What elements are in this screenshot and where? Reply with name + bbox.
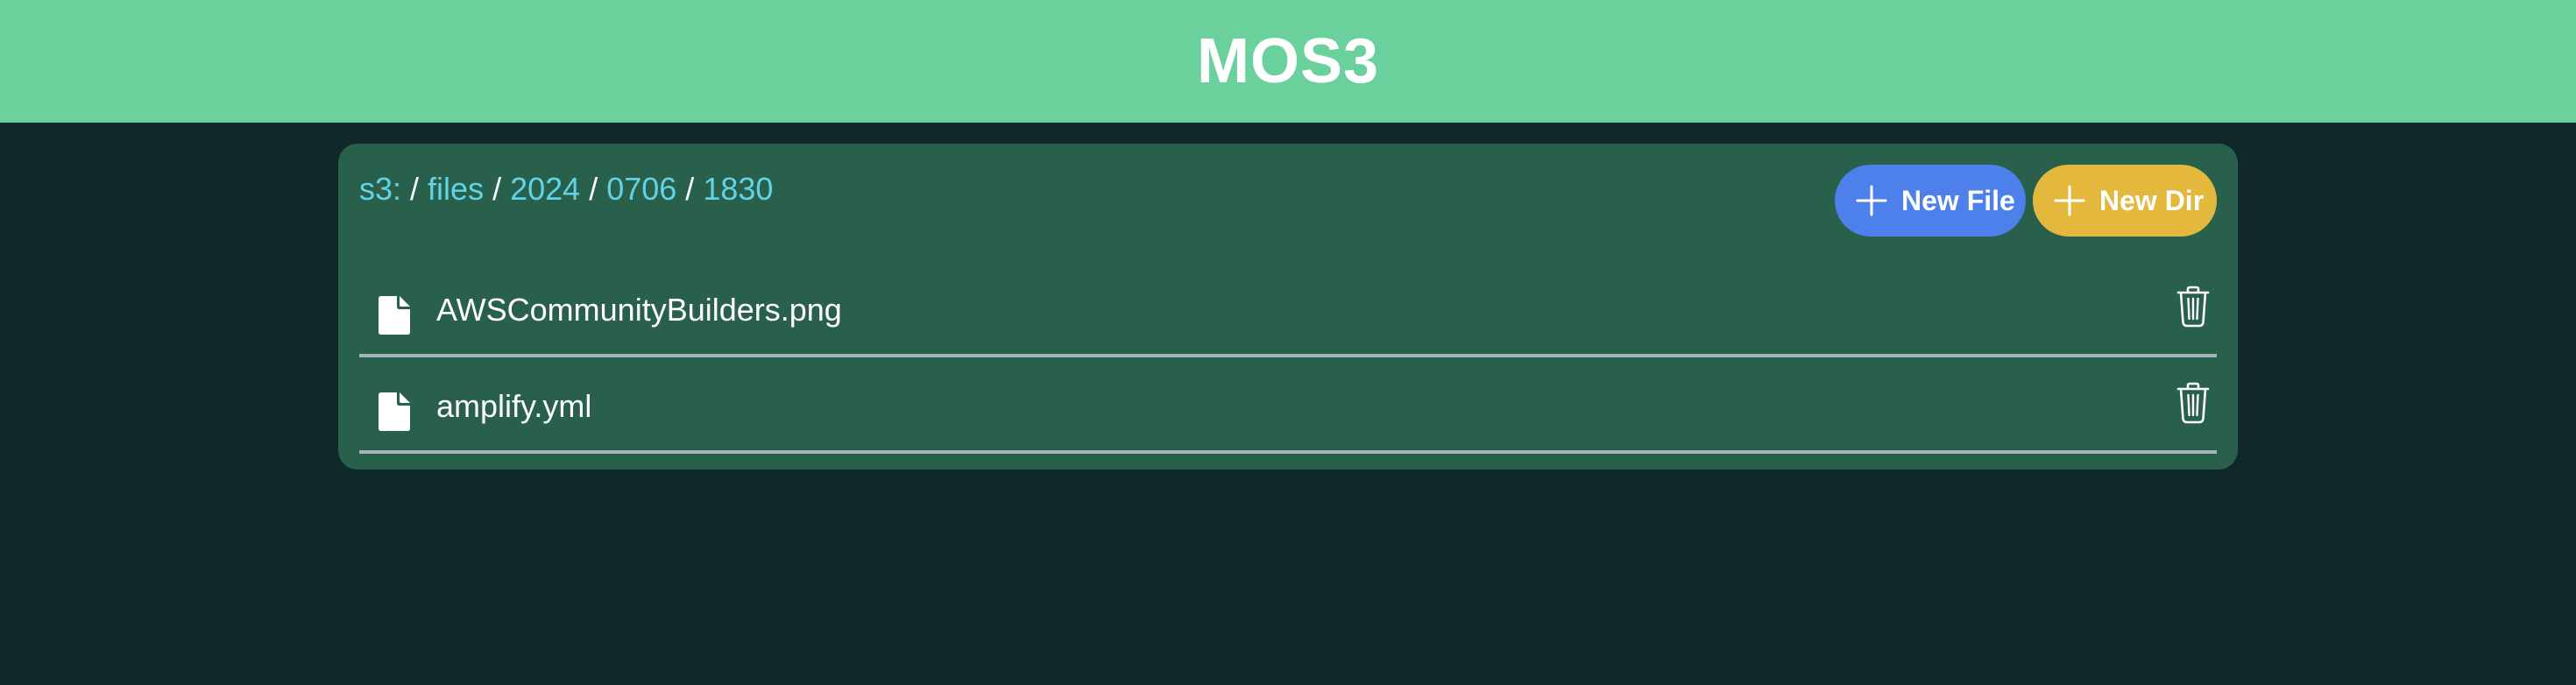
trash-icon[interactable] [2176,382,2210,424]
file-row[interactable]: amplify.yml [359,363,2217,454]
breadcrumb-item-1830[interactable]: 1830 [703,171,773,207]
file-icon [379,392,410,431]
file-name[interactable]: AWSCommunityBuilders.png [436,291,842,329]
app-header: MOS3 [0,0,2576,123]
breadcrumb-item-2024[interactable]: 2024 [510,171,580,207]
new-file-label: New File [1901,184,2015,216]
file-name[interactable]: amplify.yml [436,387,591,426]
breadcrumb-separator: / [589,171,598,207]
breadcrumb-separator: / [410,171,420,207]
file-icon [379,296,410,335]
new-dir-button[interactable]: New Dir [2033,165,2217,237]
new-dir-label: New Dir [2099,184,2204,216]
breadcrumb-item-0706[interactable]: 0706 [606,171,676,207]
new-file-button[interactable]: New File [1835,165,2026,237]
app-title: MOS3 [1196,26,1380,96]
breadcrumb-item-files[interactable]: files [428,171,484,207]
plus-icon [2054,185,2085,216]
breadcrumb-separator: / [685,171,695,207]
breadcrumb: s3: / files/2024/0706/1830 [359,170,773,208]
breadcrumb-root[interactable]: s3: [359,171,401,207]
breadcrumb-separator: / [492,171,502,207]
plus-icon [1856,185,1887,216]
file-row[interactable]: AWSCommunityBuilders.png [359,266,2217,357]
file-browser-panel: s3: / files/2024/0706/1830 New File New Di… [338,144,2238,470]
trash-icon[interactable] [2176,286,2210,328]
